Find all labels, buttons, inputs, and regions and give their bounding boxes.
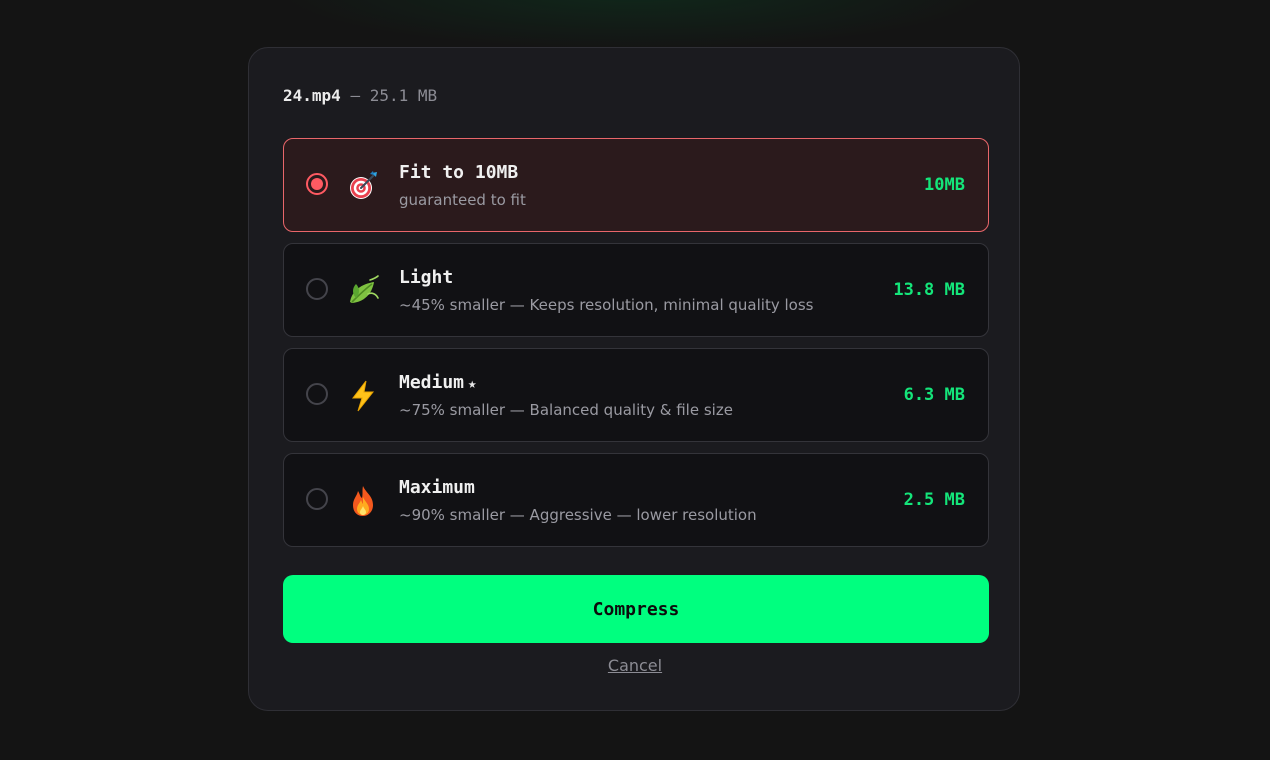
recommended-star-icon: ★ (468, 376, 477, 392)
option-title: Light (399, 267, 454, 288)
option-light[interactable]: Light ~45% smaller — Keeps resolution, m… (283, 243, 989, 337)
file-size: 25.1 MB (369, 86, 438, 105)
compression-dialog: 24.mp4 — 25.1 MB Fit to 10MB guaranteed … (248, 47, 1020, 711)
radio-button[interactable] (306, 383, 328, 405)
option-output-size: 13.8 MB (893, 280, 965, 300)
option-title: Maximum (399, 477, 475, 498)
option-description: ~90% smaller — Aggressive — lower resolu… (399, 506, 757, 524)
option-description: ~75% smaller — Balanced quality & file s… (399, 401, 733, 419)
option-output-size: 2.5 MB (903, 490, 965, 510)
option-description: guaranteed to fit (399, 191, 526, 209)
cancel-link: Cancel (249, 655, 1021, 677)
option-description: ~45% smaller — Keeps resolution, minimal… (399, 296, 814, 314)
option-output-size: 6.3 MB (903, 385, 965, 405)
option-title-text: Medium (399, 372, 465, 393)
option-title: Medium ★ (399, 372, 476, 395)
radio-button[interactable] (306, 278, 328, 300)
file-separator: — (350, 86, 361, 105)
lightning-icon (351, 380, 375, 412)
cancel-button[interactable]: Cancel (608, 656, 662, 675)
option-medium[interactable]: Medium ★ ~75% smaller — Balanced quality … (283, 348, 989, 442)
option-fit-to-10mb[interactable]: Fit to 10MB guaranteed to fit 10MB (283, 138, 989, 232)
option-output-size: 10MB (924, 175, 965, 195)
option-maximum[interactable]: Maximum ~90% smaller — Aggressive — lowe… (283, 453, 989, 547)
fire-icon (353, 486, 373, 516)
compress-button[interactable]: Compress (283, 575, 989, 643)
file-info: 24.mp4 — 25.1 MB (283, 86, 437, 106)
radio-selected-dot (311, 178, 323, 190)
leaf-icon (350, 275, 379, 303)
option-title: Fit to 10MB (399, 162, 519, 183)
file-name: 24.mp4 (283, 86, 341, 105)
target-icon (350, 171, 377, 199)
radio-button[interactable] (306, 488, 328, 510)
radio-button[interactable] (306, 173, 328, 195)
